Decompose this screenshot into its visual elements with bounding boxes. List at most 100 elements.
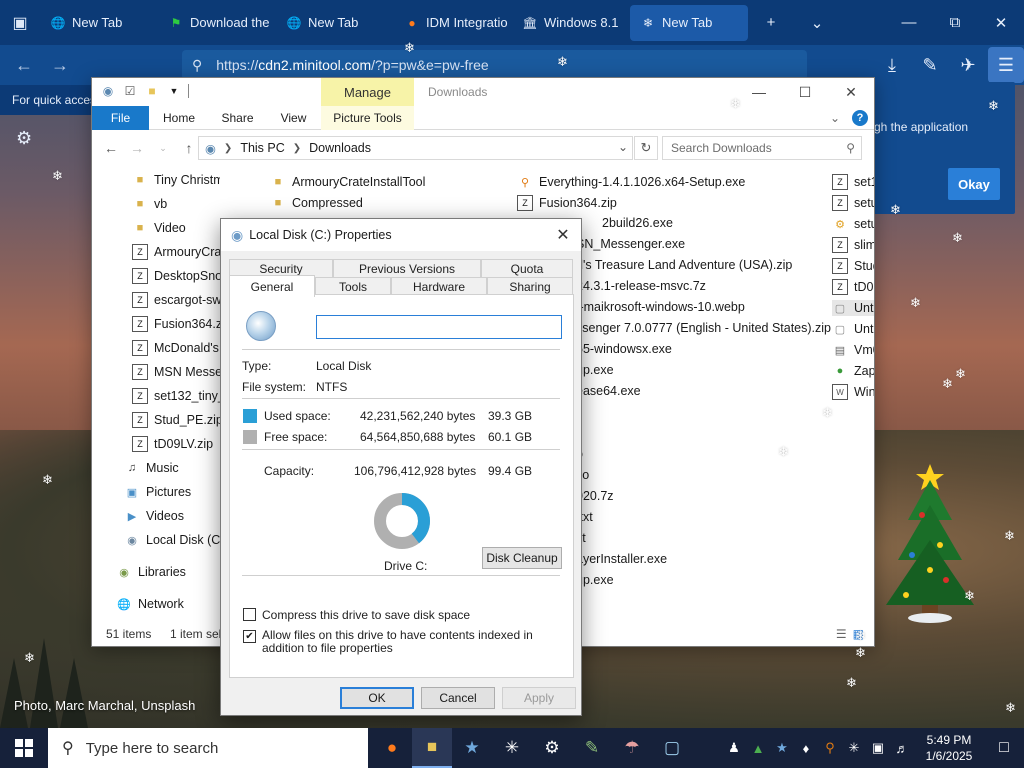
download-icon[interactable]: ⤓ bbox=[874, 47, 910, 83]
tab-actions-icon[interactable]: ▣ bbox=[0, 0, 40, 45]
file-item[interactable]: 2build26.exe bbox=[602, 216, 673, 230]
tab-quota[interactable]: Quota bbox=[481, 259, 573, 277]
minimize-icon[interactable]: — bbox=[886, 0, 932, 45]
address-bar[interactable]: ◉ ❯ This PC ❯ Downloads ⌄ bbox=[198, 136, 633, 160]
file-item[interactable]: ease64.exe bbox=[576, 384, 641, 398]
notes-icon[interactable]: ▢ bbox=[652, 728, 692, 768]
file-item[interactable]: Z Fusion364.zip bbox=[517, 195, 617, 211]
magnifier-icon[interactable]: ⚲ bbox=[818, 740, 842, 756]
file-explorer-icon[interactable]: ■ bbox=[412, 728, 452, 768]
notifications-icon[interactable]: □ bbox=[984, 739, 1024, 757]
file-item[interactable]: d's Treasure Land Adventure (USA).zip bbox=[576, 258, 792, 272]
network-tray-icon[interactable]: ▣ bbox=[866, 740, 890, 756]
clock[interactable]: 5:49 PM 1/6/2025 bbox=[914, 732, 984, 764]
new-folder-icon[interactable]: ■ bbox=[144, 83, 160, 99]
addon-icon[interactable]: ✈ bbox=[950, 47, 986, 83]
help-icon[interactable]: ? bbox=[852, 110, 868, 126]
nav-item-network[interactable]: 🌐 Network bbox=[116, 596, 184, 612]
close-icon[interactable]: ✕ bbox=[978, 0, 1024, 45]
tab-general[interactable]: General bbox=[229, 275, 315, 297]
drop-icon[interactable]: ♦ bbox=[794, 741, 818, 756]
close-icon[interactable]: ✕ bbox=[551, 223, 575, 247]
minimize-icon[interactable]: — bbox=[736, 78, 782, 106]
qat-dropdown-icon[interactable]: ▼ bbox=[166, 83, 182, 99]
new-tab-button[interactable]: + bbox=[748, 0, 794, 45]
extensions-icon[interactable]: ✎ bbox=[912, 47, 948, 83]
tray-app-icon[interactable]: ▲ bbox=[746, 741, 770, 756]
browser-tab[interactable]: 🏛 Windows 8.1 bbox=[512, 5, 630, 41]
disk-cleanup-button[interactable]: Disk Cleanup bbox=[482, 547, 562, 569]
browser-tab-active[interactable]: ❄ New Tab bbox=[630, 4, 748, 41]
nav-item[interactable]: Zescargot-swit bbox=[132, 292, 220, 308]
tab-list-chevron-icon[interactable]: ⌄ bbox=[794, 0, 840, 45]
app-icon[interactable]: ★ bbox=[452, 728, 492, 768]
file-item[interactable]: ■ ArmouryCrateInstallTool bbox=[270, 174, 426, 190]
browser-tab[interactable]: 🌐 New Tab bbox=[40, 5, 158, 41]
file-item[interactable]: ⚲ Everything-1.4.1.1026.x64-Setup.exe bbox=[517, 174, 745, 190]
tab-hardware[interactable]: Hardware bbox=[391, 277, 487, 295]
ribbon-expand-chevron-icon[interactable]: ⌄ bbox=[830, 111, 840, 125]
browser-tab[interactable]: 🌐 New Tab bbox=[276, 5, 394, 41]
file-item[interactable]: ▢ Untit bbox=[832, 321, 874, 337]
browser-tab[interactable]: ● IDM Integratio bbox=[394, 5, 512, 41]
nav-item-videos[interactable]: ▶ Videos bbox=[124, 508, 184, 524]
back-arrow-icon[interactable]: ← bbox=[6, 47, 42, 83]
refresh-icon[interactable]: ↻ bbox=[634, 136, 658, 160]
recent-chevron-icon[interactable]: ⌄ bbox=[150, 143, 176, 154]
file-item[interactable]: Zset13 bbox=[832, 174, 874, 190]
file-item[interactable]: t-maikrosoft-windows-10.webp bbox=[576, 300, 745, 314]
tray-app-icon[interactable]: ★ bbox=[770, 740, 794, 756]
start-button[interactable] bbox=[0, 728, 48, 768]
nav-item-libraries[interactable]: ◉ Libraries bbox=[116, 564, 186, 580]
tab-sharing[interactable]: Sharing bbox=[487, 277, 573, 295]
nav-item-local-disk[interactable]: ◉ Local Disk (C:) bbox=[124, 532, 220, 548]
file-item[interactable]: ssenger 7.0.0777 (English - United State… bbox=[576, 321, 831, 335]
snowflake-app-icon[interactable]: ✳ bbox=[492, 728, 532, 768]
nav-item[interactable]: ■ Tiny Christmas bbox=[132, 172, 220, 188]
firefox-icon[interactable]: ● bbox=[372, 728, 412, 768]
forward-arrow-icon[interactable]: → bbox=[42, 47, 78, 83]
tab-view[interactable]: View bbox=[266, 106, 321, 130]
gear-icon[interactable]: ⚙ bbox=[16, 128, 32, 149]
nav-item-music[interactable]: ♫ Music bbox=[124, 460, 179, 476]
drive-name-input[interactable] bbox=[316, 315, 562, 339]
nav-item[interactable]: Z ArmouryCrat bbox=[132, 244, 220, 260]
file-item[interactable]: ⚙ setup bbox=[832, 216, 874, 232]
file-item[interactable]: ayerInstaller.exe bbox=[576, 552, 667, 566]
tab-home[interactable]: Home bbox=[149, 106, 209, 130]
file-item[interactable]: SN_Messenger.exe bbox=[576, 237, 685, 251]
back-arrow-icon[interactable]: ← bbox=[98, 140, 124, 156]
nav-item[interactable]: Z Stud_PE.zip bbox=[132, 412, 220, 428]
nav-item[interactable]: ■ vb bbox=[132, 196, 168, 212]
file-item[interactable]: ● ZapM bbox=[832, 363, 874, 379]
forward-arrow-icon[interactable]: → bbox=[124, 140, 150, 156]
okay-button[interactable]: Okay bbox=[948, 168, 1000, 200]
paint-icon[interactable]: ✎ bbox=[572, 728, 612, 768]
maximize-icon[interactable]: ☐ bbox=[782, 78, 828, 106]
close-icon[interactable]: ✕ bbox=[828, 78, 874, 106]
nav-item[interactable]: Z Fusion364.zip bbox=[132, 316, 220, 332]
nav-item[interactable]: Z DesktopSnow bbox=[132, 268, 220, 284]
tab-share[interactable]: Share bbox=[209, 106, 266, 130]
file-item[interactable]: ■ Compressed bbox=[270, 195, 363, 211]
cancel-button[interactable]: Cancel bbox=[421, 687, 495, 709]
file-item[interactable]: ▤ Vm0 bbox=[832, 342, 874, 358]
browser-tab[interactable]: ⚑ Download the bbox=[158, 5, 276, 41]
breadcrumb-downloads[interactable]: Downloads bbox=[309, 141, 371, 155]
apply-button[interactable]: Apply bbox=[502, 687, 576, 709]
nav-item[interactable]: Z MSN Messen bbox=[132, 364, 220, 380]
breadcrumb-this-pc[interactable]: This PC bbox=[240, 141, 284, 155]
nav-item[interactable]: ZtD09LV.zip bbox=[132, 436, 213, 452]
nav-item[interactable]: ■ Video bbox=[132, 220, 186, 236]
maximize-icon[interactable]: ⧉ bbox=[932, 0, 978, 45]
tab-picture-tools[interactable]: Picture Tools bbox=[321, 105, 414, 130]
file-item[interactable]: Z Stud bbox=[832, 258, 874, 274]
url-bar[interactable]: ⚲ https://cdn2.minitool.com/?p=pw&e=pw-f… bbox=[182, 50, 807, 80]
file-item[interactable]: Zsetup bbox=[832, 195, 874, 211]
compress-drive-checkbox[interactable] bbox=[243, 608, 256, 621]
details-view-icon[interactable]: ☰ bbox=[836, 627, 847, 641]
properties-icon[interactable]: ☑ bbox=[122, 83, 138, 99]
file-item[interactable]: W Win8 bbox=[832, 384, 874, 400]
tab-previous-versions[interactable]: Previous Versions bbox=[333, 259, 481, 277]
address-dropdown-icon[interactable]: ⌄ bbox=[618, 140, 628, 154]
